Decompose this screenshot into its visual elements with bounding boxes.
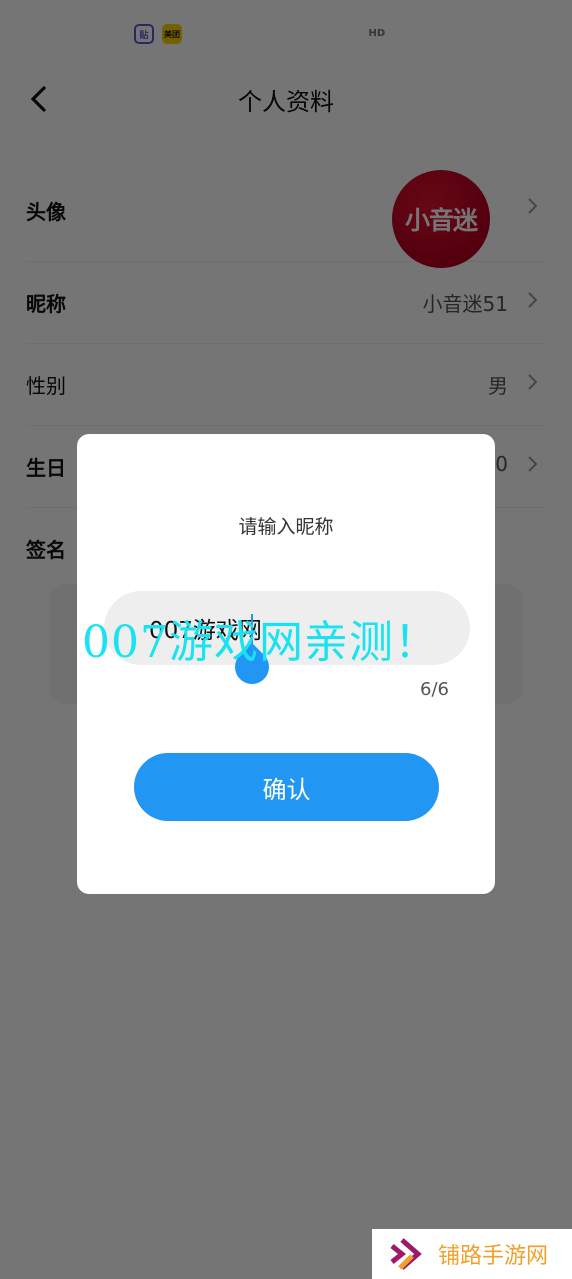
- watermark-badge-text: 铺路手游网: [438, 1244, 549, 1269]
- char-counter: 6/6: [420, 679, 449, 700]
- double-arrow-logo-icon: [390, 1238, 422, 1270]
- confirm-button[interactable]: 确认: [134, 753, 439, 821]
- dialog-title: 请输入昵称: [238, 516, 334, 538]
- watermark-text: 007游戏网亲测！: [82, 617, 439, 668]
- watermark-badge: 铺路手游网: [372, 1229, 572, 1279]
